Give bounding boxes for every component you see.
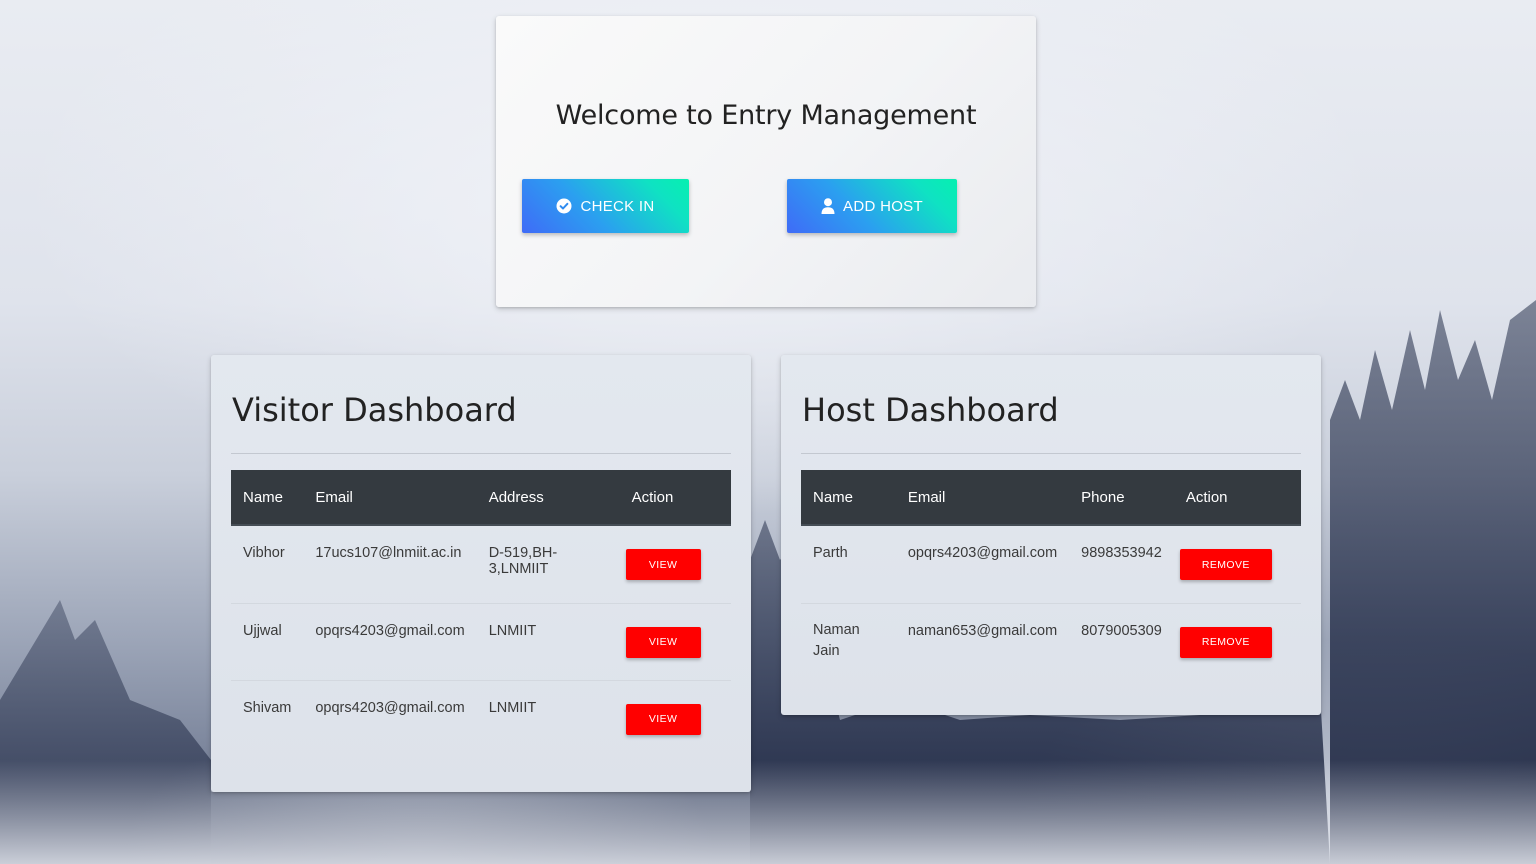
host-phone: 9898353942	[1081, 545, 1162, 561]
host-phone: 8079005309	[1069, 602, 1174, 680]
table-row: Shivam opqrs4203@gmail.com LNMIIT VIEW	[231, 679, 731, 757]
view-button[interactable]: VIEW	[625, 703, 701, 735]
table-header-row: Name Email Phone Action	[801, 470, 1301, 526]
add-host-label: ADD HOST	[843, 197, 923, 215]
divider	[231, 453, 731, 454]
visitor-name: Vibhor	[243, 545, 285, 561]
user-icon	[821, 198, 835, 214]
visitor-email: opqrs4203@gmail.com	[303, 602, 477, 680]
column-header-name: Name	[231, 470, 304, 526]
remove-button[interactable]: REMOVE	[1179, 549, 1272, 580]
visitor-address: LNMIIT	[476, 679, 620, 757]
welcome-title: Welcome to Entry Management	[555, 100, 977, 131]
column-header-address: Address	[476, 470, 620, 526]
check-in-button[interactable]: CHECK IN	[522, 179, 689, 233]
host-name: Parth	[813, 545, 848, 561]
view-button[interactable]: VIEW	[625, 626, 701, 658]
visitor-action-cell: VIEW	[619, 679, 731, 757]
table-header-row: Name Email Address Action	[231, 470, 731, 526]
visitor-dashboard-title: Visitor Dashboard	[232, 391, 517, 429]
table-row: Naman Jain naman653@gmail.com 8079005309…	[801, 602, 1301, 680]
host-dashboard-title: Host Dashboard	[802, 391, 1059, 429]
host-action-cell: REMOVE	[1174, 525, 1301, 603]
column-header-email: Email	[303, 470, 477, 526]
visitor-address: LNMIIT	[476, 602, 620, 680]
remove-button[interactable]: REMOVE	[1179, 626, 1272, 658]
add-host-button[interactable]: ADD HOST	[787, 179, 957, 233]
visitor-address: D-519,BH-3,LNMIIT	[488, 545, 558, 577]
host-table: Name Email Phone Action Parth opqrs4203@…	[801, 470, 1301, 680]
column-header-action: Action	[619, 470, 731, 526]
check-circle-icon	[556, 198, 572, 214]
divider	[801, 453, 1301, 454]
visitor-name: Shivam	[231, 679, 304, 757]
table-row: Ujjwal opqrs4203@gmail.com LNMIIT VIEW	[231, 602, 731, 680]
host-dashboard-card: Host Dashboard Name Email Phone Action P…	[781, 355, 1321, 715]
visitor-action-cell: VIEW	[619, 602, 731, 680]
table-row: Parth opqrs4203@gmail.com 9898353942 REM…	[801, 525, 1301, 603]
welcome-card: Welcome to Entry Management CHECK IN ADD…	[496, 16, 1036, 307]
check-in-label: CHECK IN	[580, 197, 655, 215]
host-action-cell: REMOVE	[1173, 602, 1301, 680]
host-name: Naman Jain	[801, 602, 896, 680]
host-email: opqrs4203@gmail.com	[907, 545, 1058, 561]
column-header-email: Email	[895, 470, 1070, 526]
visitor-dashboard-card: Visitor Dashboard Name Email Address Act…	[211, 355, 751, 792]
visitor-name: Ujjwal	[231, 602, 304, 680]
visitor-email: 17ucs107@lnmiit.ac.in	[315, 545, 462, 561]
table-row: Vibhor 17ucs107@lnmiit.ac.in D-519,BH-3,…	[231, 525, 731, 603]
column-header-phone: Phone	[1069, 470, 1174, 526]
host-email: naman653@gmail.com	[895, 602, 1070, 680]
column-header-name: Name	[801, 470, 896, 526]
visitor-action-cell: VIEW	[620, 525, 731, 603]
visitor-email: opqrs4203@gmail.com	[303, 679, 477, 757]
view-button[interactable]: VIEW	[625, 549, 701, 580]
column-header-action: Action	[1173, 470, 1301, 526]
visitor-table: Name Email Address Action Vibhor 17ucs10…	[231, 470, 731, 757]
